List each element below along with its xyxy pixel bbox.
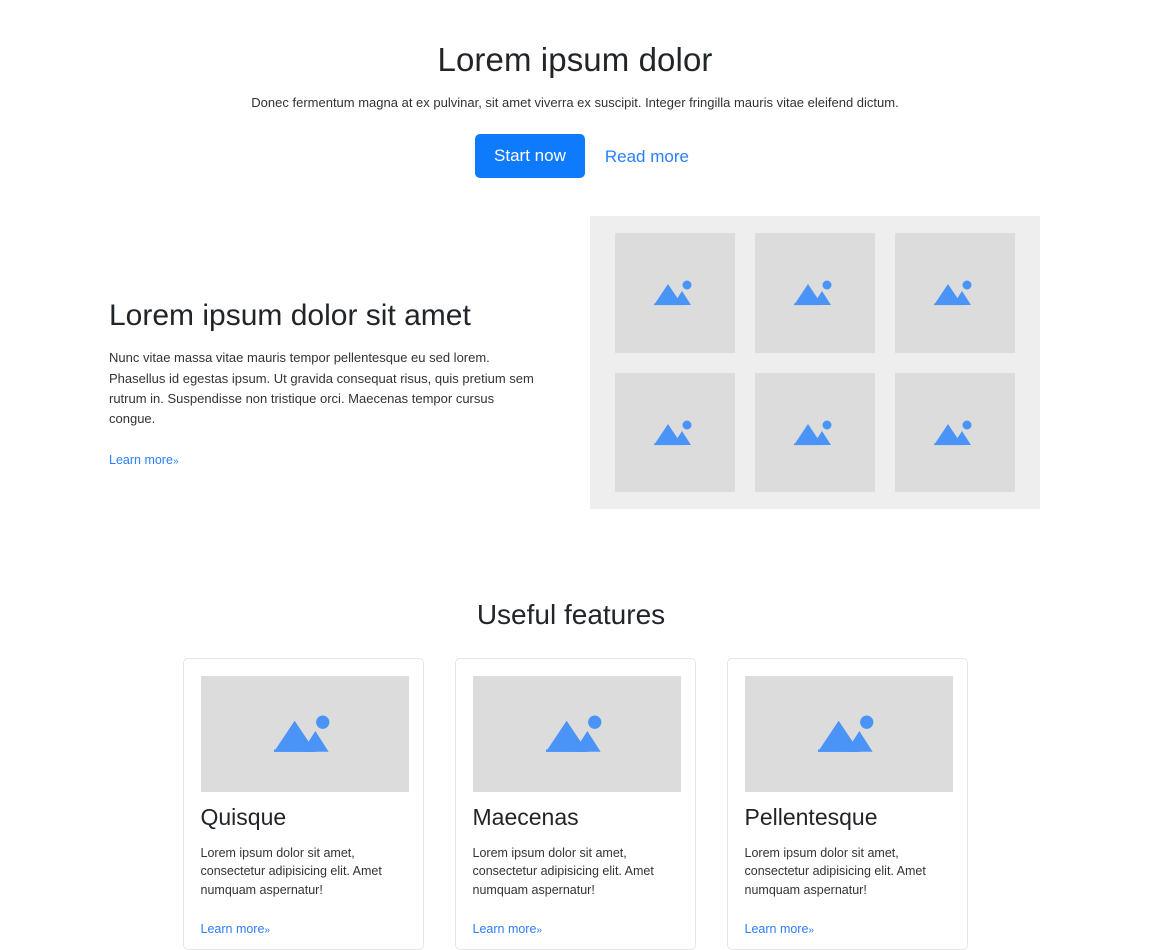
features-title: Useful features bbox=[0, 598, 1150, 632]
chevron-right-icon: » bbox=[536, 925, 542, 936]
gallery-tile[interactable] bbox=[615, 233, 735, 353]
card-image bbox=[201, 676, 409, 792]
card-learn-more-link[interactable]: Learn more» bbox=[201, 922, 271, 936]
split-text-column: Lorem ipsum dolor sit amet Nunc vitae ma… bbox=[109, 298, 541, 469]
image-placeholder-icon bbox=[815, 710, 883, 758]
chevron-right-icon: » bbox=[173, 456, 179, 467]
card-image bbox=[473, 676, 681, 792]
card-title: Maecenas bbox=[473, 804, 678, 832]
gallery-tile[interactable] bbox=[755, 373, 875, 493]
image-placeholder-icon bbox=[932, 277, 978, 309]
image-placeholder-icon bbox=[271, 710, 339, 758]
chevron-right-icon: » bbox=[808, 925, 814, 936]
feature-card[interactable]: Quisque Lorem ipsum dolor sit amet, cons… bbox=[183, 658, 424, 950]
image-placeholder-icon bbox=[792, 417, 838, 449]
card-learn-more-label: Learn more bbox=[201, 922, 265, 936]
split-title: Lorem ipsum dolor sit amet bbox=[109, 298, 541, 334]
feature-card[interactable]: Pellentesque Lorem ipsum dolor sit amet,… bbox=[727, 658, 968, 950]
card-body: Lorem ipsum dolor sit amet, consectetur … bbox=[745, 844, 950, 900]
gallery-tile[interactable] bbox=[895, 233, 1015, 353]
chevron-right-icon: » bbox=[264, 925, 270, 936]
card-learn-more-link[interactable]: Learn more» bbox=[745, 922, 815, 936]
split-section: Lorem ipsum dolor sit amet Nunc vitae ma… bbox=[0, 216, 1150, 546]
image-placeholder-icon bbox=[652, 417, 698, 449]
split-learn-more-link[interactable]: Learn more» bbox=[109, 453, 179, 467]
card-learn-more-label: Learn more bbox=[745, 922, 809, 936]
hero-actions: Start now Read more bbox=[0, 134, 1150, 178]
card-title: Quisque bbox=[201, 804, 406, 832]
card-title: Pellentesque bbox=[745, 804, 950, 832]
image-placeholder-icon bbox=[652, 277, 698, 309]
image-placeholder-icon bbox=[543, 710, 611, 758]
gallery-tile[interactable] bbox=[755, 233, 875, 353]
image-placeholder-icon bbox=[932, 417, 978, 449]
read-more-link[interactable]: Read more bbox=[605, 148, 689, 165]
page-title: Lorem ipsum dolor bbox=[0, 40, 1150, 80]
split-learn-more-label: Learn more bbox=[109, 453, 173, 467]
split-body: Nunc vitae massa vitae mauris tempor pel… bbox=[109, 348, 537, 429]
card-learn-more-link[interactable]: Learn more» bbox=[473, 922, 543, 936]
feature-card-list: Quisque Lorem ipsum dolor sit amet, cons… bbox=[0, 658, 1150, 950]
feature-card[interactable]: Maecenas Lorem ipsum dolor sit amet, con… bbox=[455, 658, 696, 950]
start-now-button[interactable]: Start now bbox=[475, 134, 585, 178]
gallery-tile[interactable] bbox=[895, 373, 1015, 493]
card-body: Lorem ipsum dolor sit amet, consectetur … bbox=[473, 844, 678, 900]
card-image bbox=[745, 676, 953, 792]
hero-section: Lorem ipsum dolor Donec fermentum magna … bbox=[0, 0, 1150, 178]
card-body: Lorem ipsum dolor sit amet, consectetur … bbox=[201, 844, 406, 900]
gallery-tile[interactable] bbox=[615, 373, 735, 493]
features-section: Useful features Quisque Lorem ipsum dolo… bbox=[0, 598, 1150, 950]
hero-subtitle: Donec fermentum magna at ex pulvinar, si… bbox=[175, 94, 975, 113]
card-learn-more-label: Learn more bbox=[473, 922, 537, 936]
image-gallery bbox=[590, 216, 1040, 509]
image-placeholder-icon bbox=[792, 277, 838, 309]
